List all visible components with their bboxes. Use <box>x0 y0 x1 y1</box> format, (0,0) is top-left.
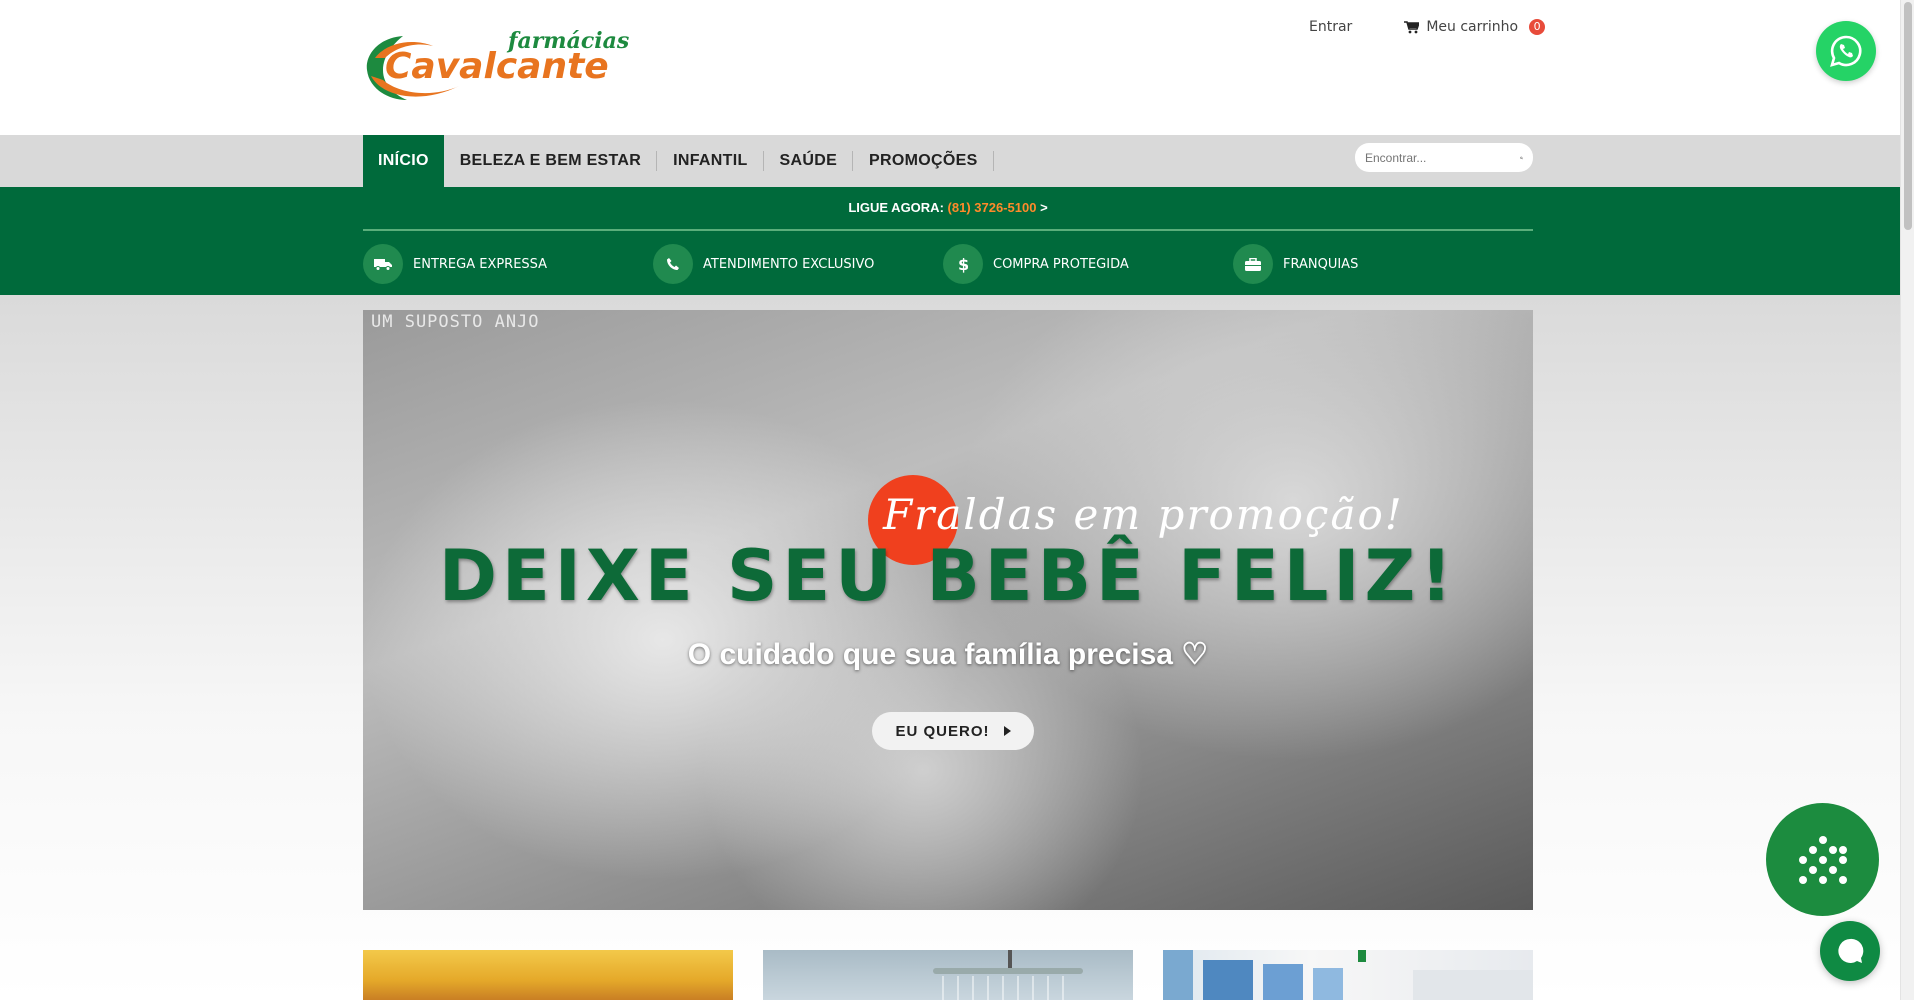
nav-list: INÍCIO BELEZA E BEM ESTAR INFANTIL SAÚDE… <box>363 135 994 187</box>
cart-label: Meu carrinho <box>1426 19 1519 35</box>
whatsapp-button[interactable] <box>1816 21 1876 81</box>
feature-label: ATENDIMENTO EXCLUSIVO <box>703 256 875 272</box>
category-thumbnail-2[interactable] <box>763 950 1133 1000</box>
hero-subheadline: O cuidado que sua família precisa ♡ <box>687 638 1209 671</box>
page-scrollbar[interactable] <box>1900 0 1914 1000</box>
brand-logo[interactable]: farmácias Cavalcante <box>363 28 653 104</box>
feature-list: ENTREGA EXPRESSA ATENDIMENTO EXCLUSIVO $… <box>363 244 1533 284</box>
feature-entrega[interactable]: ENTREGA EXPRESSA <box>363 244 547 284</box>
feature-label: ENTREGA EXPRESSA <box>413 256 548 272</box>
store-interior-icon <box>1163 950 1533 1000</box>
dollar-icon: $ <box>943 244 983 284</box>
phone-icon <box>653 244 693 284</box>
nav-item-inicio[interactable]: INÍCIO <box>363 135 444 187</box>
feature-label: FRANQUIAS <box>1283 256 1359 272</box>
category-thumbnail-1[interactable] <box>363 950 733 1000</box>
login-link[interactable]: Entrar <box>1309 19 1352 35</box>
chat-bubble-icon <box>1838 938 1864 963</box>
cta-button[interactable]: EU QUERO! <box>872 712 1034 750</box>
image-watermark: UM SUPOSTO ANJO <box>371 312 540 332</box>
nav-item-infantil[interactable]: INFANTIL <box>657 135 764 187</box>
hero-headline: DEIXE SEU BEBÊ FELIZ! <box>438 535 1458 617</box>
scrollbar-thumb[interactable] <box>1904 2 1912 230</box>
chevron-right-icon <box>1003 726 1011 736</box>
cart-link[interactable]: Meu carrinho 0 <box>1404 19 1546 35</box>
feature-franquias[interactable]: FRANQUIAS <box>1233 244 1358 284</box>
search-box <box>1355 143 1533 172</box>
feature-atendimento[interactable]: ATENDIMENTO EXCLUSIVO <box>653 244 874 284</box>
hero-slider[interactable]: UM SUPOSTO ANJO Fraldas em promoção! DEI… <box>363 310 1533 910</box>
truck-icon <box>363 244 403 284</box>
feature-label: COMPRA PROTEGIDA <box>993 256 1129 272</box>
nav-item-beleza[interactable]: BELEZA E BEM ESTAR <box>444 135 658 187</box>
briefcase-icon <box>1233 244 1273 284</box>
whatsapp-icon <box>1830 35 1862 67</box>
call-arrow: > <box>1040 200 1048 215</box>
search-icon[interactable] <box>1520 151 1523 165</box>
nav-item-promocoes[interactable]: PROMOÇÕES <box>853 135 994 187</box>
shower-head-icon <box>933 950 1083 1000</box>
cart-count-badge: 0 <box>1529 19 1546 35</box>
accessibility-widget[interactable] <box>1766 803 1879 916</box>
feature-compra[interactable]: $ COMPRA PROTEGIDA <box>943 244 1129 284</box>
cart-icon <box>1404 20 1420 33</box>
svg-text:$: $ <box>958 255 969 273</box>
search-input[interactable] <box>1365 150 1520 165</box>
dots-grid-icon <box>1798 835 1847 884</box>
svg-text:Cavalcante: Cavalcante <box>385 46 609 87</box>
promo-script-text: Fraldas em promoção! <box>883 490 1404 539</box>
site-header <box>0 0 1900 135</box>
nav-item-saude[interactable]: SAÚDE <box>764 135 854 187</box>
band-divider <box>363 229 1533 231</box>
category-thumbnail-3[interactable] <box>1163 950 1533 1000</box>
main-nav: INÍCIO BELEZA E BEM ESTAR INFANTIL SAÚDE… <box>0 135 1900 187</box>
top-links: Entrar Meu carrinho 0 <box>1309 19 1546 35</box>
chat-button[interactable] <box>1820 921 1880 981</box>
phone-number[interactable]: (81) 3726-5100 <box>948 200 1037 215</box>
page: farmácias Cavalcante Entrar Meu carrinho… <box>0 0 1914 1000</box>
call-now: LIGUE AGORA: (81) 3726-5100 > <box>848 200 1048 215</box>
